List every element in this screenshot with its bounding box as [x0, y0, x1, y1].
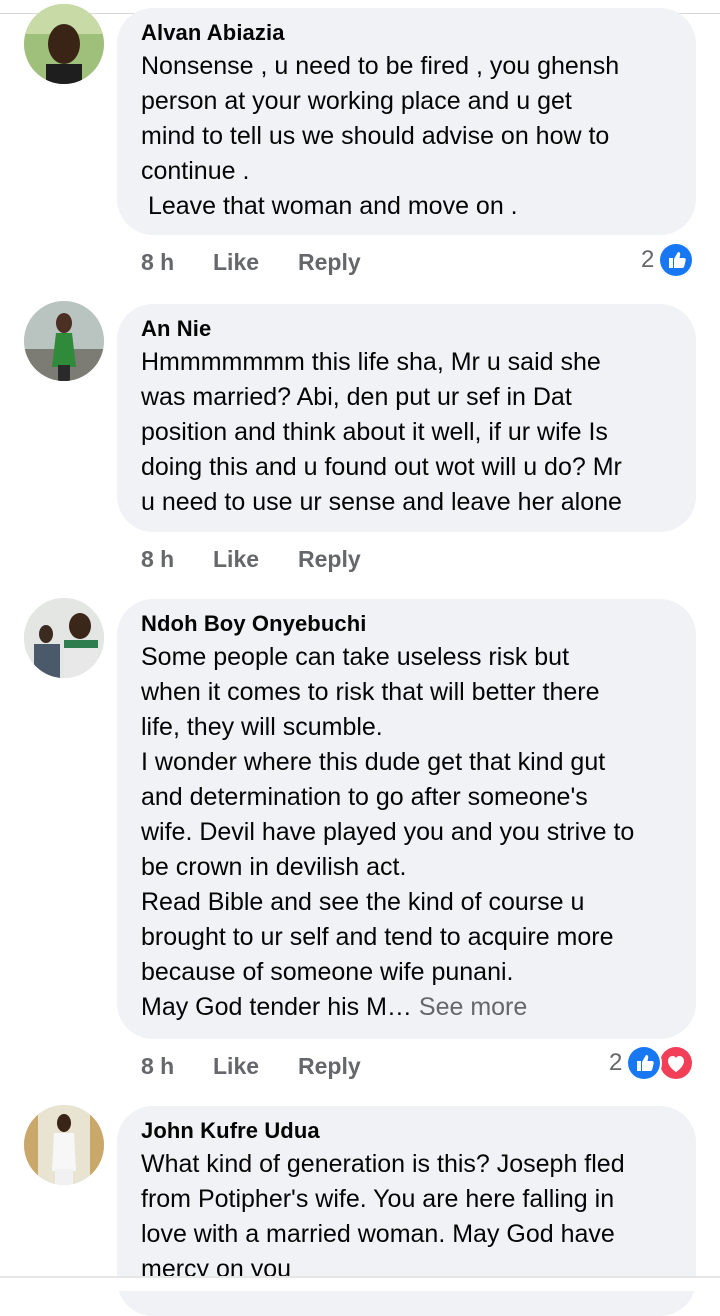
- comment-author[interactable]: John Kufre Udua: [141, 1117, 672, 1145]
- reply-button[interactable]: Reply: [298, 1051, 361, 1081]
- reply-button[interactable]: Reply: [298, 247, 361, 277]
- like-button[interactable]: Like: [213, 247, 259, 277]
- comment-text: What kind of generation is this? Joseph …: [141, 1150, 625, 1283]
- comment-author[interactable]: An Nie: [141, 315, 672, 343]
- comment-bubble: An Nie Hmmmmmmm this life sha, Mr u said…: [117, 304, 696, 532]
- comment-timestamp[interactable]: 8 h: [141, 247, 174, 277]
- comment-text: Some people can take useless risk but wh…: [141, 640, 672, 1025]
- avatar[interactable]: [24, 4, 104, 84]
- comment-text-body: Some people can take useless risk but wh…: [141, 643, 635, 1021]
- reaction-count: 2: [609, 1049, 623, 1076]
- comment-text: Hmmmmmmm this life sha, Mr u said she wa…: [141, 348, 622, 516]
- comment-author[interactable]: Ndoh Boy Onyebuchi: [141, 610, 672, 638]
- avatar[interactable]: [24, 301, 104, 381]
- reaction-summary[interactable]: 2: [641, 242, 695, 278]
- reaction-count: 2: [641, 246, 655, 273]
- reply-button[interactable]: Reply: [298, 544, 361, 574]
- comment-author[interactable]: Alvan Abiazia: [141, 19, 672, 47]
- avatar[interactable]: [24, 598, 104, 678]
- viewport-bottom-mask: [0, 1278, 720, 1291]
- comment-timestamp[interactable]: 8 h: [141, 1051, 174, 1081]
- avatar[interactable]: [24, 1105, 104, 1185]
- reaction-summary[interactable]: 2: [609, 1045, 695, 1081]
- bottom-divider: [0, 1276, 720, 1278]
- comment-bubble: Ndoh Boy Onyebuchi Some people can take …: [117, 599, 696, 1039]
- like-icon: [626, 1045, 663, 1081]
- like-button[interactable]: Like: [213, 1051, 259, 1081]
- like-icon: [658, 242, 695, 278]
- love-icon: [658, 1045, 695, 1081]
- comment-text: Nonsense , u need to be fired , you ghen…: [141, 52, 620, 220]
- see-more-link[interactable]: See more: [419, 993, 527, 1021]
- comment-timestamp[interactable]: 8 h: [141, 544, 174, 574]
- like-button[interactable]: Like: [213, 544, 259, 574]
- comment-bubble: Alvan Abiazia Nonsense , u need to be fi…: [117, 8, 696, 235]
